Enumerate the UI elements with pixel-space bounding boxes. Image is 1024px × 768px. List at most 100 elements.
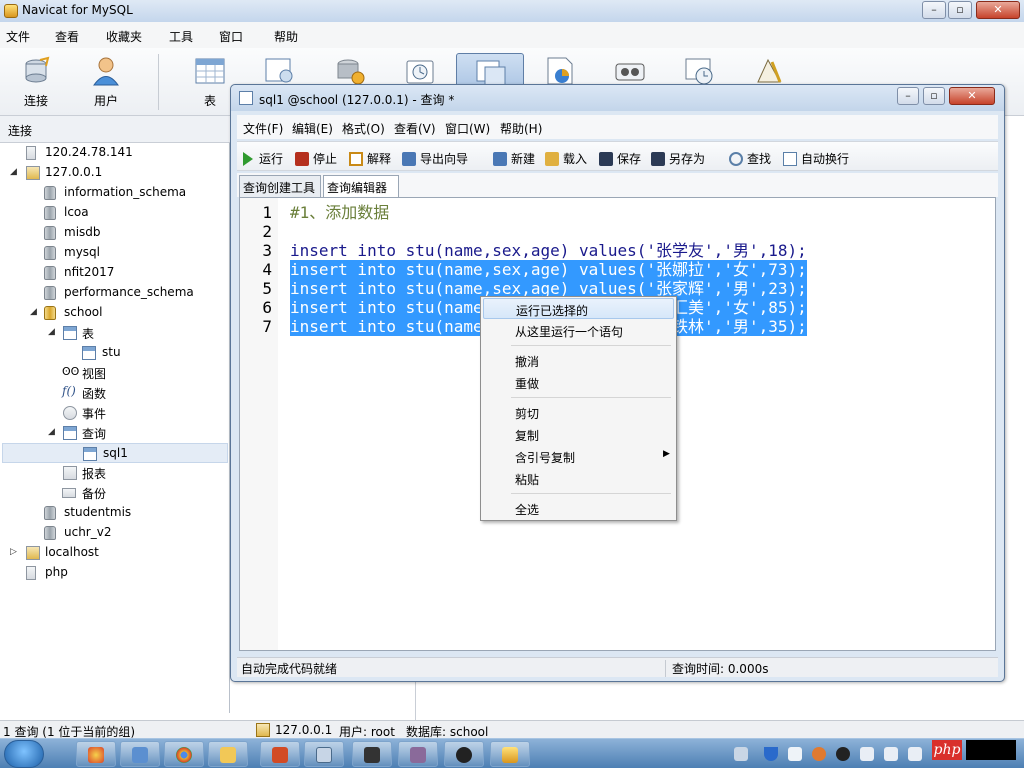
code-line-selected[interactable]: insert into stu(name,sex,age) values('张娜… <box>290 260 807 279</box>
tree-node-queries[interactable]: ◢ 查询 <box>0 423 228 443</box>
menu-file[interactable]: 文件 <box>6 28 30 45</box>
maximize-button[interactable]: ▫ <box>948 1 972 19</box>
menu-select-all[interactable]: 全选 <box>483 498 674 519</box>
tree-node-localhost[interactable]: ▷ localhost <box>0 543 228 563</box>
taskbar-media-player[interactable] <box>444 741 484 767</box>
menu-copy-with-quotes[interactable]: 含引号复制 ▶ <box>483 446 674 467</box>
tray-app-icon[interactable] <box>812 747 826 761</box>
taskbar-browser[interactable] <box>76 741 116 767</box>
load-button[interactable]: 载入 <box>545 150 587 167</box>
export-wizard-button[interactable]: 导出向导 <box>402 150 468 167</box>
query-menu-file[interactable]: 文件(F) <box>243 120 283 137</box>
expand-arrow-icon[interactable]: ◢ <box>48 427 55 437</box>
query-menubar: 文件(F) 编辑(E) 格式(O) 查看(V) 窗口(W) 帮助(H) <box>237 115 998 139</box>
tree-node-performance-schema[interactable]: performance_schema <box>0 283 228 303</box>
query-maximize-button[interactable]: ▫ <box>923 87 945 105</box>
expand-arrow-icon[interactable]: ◢ <box>30 307 37 317</box>
menu-view[interactable]: 查看 <box>55 28 79 45</box>
keyboard-icon[interactable] <box>734 747 748 761</box>
word-wrap-button[interactable]: 自动换行 <box>783 150 849 167</box>
backup-icon <box>615 63 645 81</box>
save-button[interactable]: 保存 <box>599 150 641 167</box>
tab-query-editor[interactable]: 查询编辑器 <box>323 175 399 197</box>
connection-icon <box>25 56 50 83</box>
stop-button[interactable]: 停止 <box>295 150 337 167</box>
run-button[interactable]: 运行 <box>243 150 283 167</box>
taskbar-navicat[interactable] <box>490 741 530 767</box>
query-close-button[interactable]: ✕ <box>949 87 995 105</box>
menu-copy[interactable]: 复制 <box>483 424 674 445</box>
tree-node-functions[interactable]: f() 函数 <box>0 383 228 403</box>
query-menu-window[interactable]: 窗口(W) <box>445 120 490 137</box>
menu-redo[interactable]: 重做 <box>483 372 674 393</box>
menu-run-selected[interactable]: 运行已选择的 <box>483 298 674 319</box>
tray-flag-icon[interactable] <box>860 747 874 761</box>
start-button[interactable] <box>4 740 44 768</box>
query-menu-view[interactable]: 查看(V) <box>394 120 436 137</box>
object-pane-divider <box>415 682 416 720</box>
connection-button[interactable]: 连接 <box>6 52 66 112</box>
tree-node-information-schema[interactable]: information_schema <box>0 183 228 203</box>
menu-favorites[interactable]: 收藏夹 <box>106 28 142 45</box>
expand-arrow-icon[interactable]: ◢ <box>10 167 17 177</box>
menu-undo[interactable]: 撤消 <box>483 350 674 371</box>
tree-node-views[interactable]: ʘʘ 视图 <box>0 363 228 383</box>
close-button[interactable]: ✕ <box>976 1 1020 19</box>
tree-node-120-24-78-141[interactable]: 120.24.78.141 <box>20 143 228 163</box>
query-menu-edit[interactable]: 编辑(E) <box>292 120 333 137</box>
taskbar-app[interactable] <box>120 741 160 767</box>
menu-tools[interactable]: 工具 <box>169 28 193 45</box>
tree-node-uchr-v2[interactable]: uchr_v2 <box>0 523 228 543</box>
taskbar-users[interactable] <box>398 741 438 767</box>
taskbar-window[interactable] <box>304 741 344 767</box>
tree-node-sql1[interactable]: sql1 <box>2 443 228 463</box>
query-menu-help[interactable]: 帮助(H) <box>500 120 542 137</box>
tree-node-misdb[interactable]: misdb <box>0 223 228 243</box>
code-line[interactable]: insert into stu(name,sex,age) values('张学… <box>290 241 807 260</box>
expand-arrow-icon[interactable]: ◢ <box>48 327 55 337</box>
tab-query-builder[interactable]: 查询创建工具 <box>239 175 321 197</box>
tree-node-school[interactable]: ◢ school <box>0 303 228 323</box>
tree-node-events[interactable]: 事件 <box>0 403 228 423</box>
menu-help[interactable]: 帮助 <box>274 28 298 45</box>
minimize-button[interactable]: – <box>922 1 946 19</box>
tree-node-reports[interactable]: 报表 <box>0 463 228 483</box>
tree-node-php[interactable]: php <box>0 563 228 583</box>
function-icon <box>337 59 365 85</box>
app-icon <box>132 747 148 763</box>
taskbar-explorer[interactable] <box>208 741 248 767</box>
tree-node-tables[interactable]: ◢ 表 <box>0 323 228 343</box>
save-as-button[interactable]: 另存为 <box>651 150 705 167</box>
shield-icon[interactable] <box>764 747 778 761</box>
query-menu-format[interactable]: 格式(O) <box>342 120 385 137</box>
tree-node-127-0-0-1[interactable]: ◢ 127.0.0.1 <box>0 163 228 183</box>
explain-button[interactable]: 解释 <box>349 150 391 167</box>
query-window-titlebar[interactable]: sql1 @school (127.0.0.1) - 查询 * – ▫ ✕ <box>231 85 1004 111</box>
taskbar-screenshot[interactable] <box>352 741 392 767</box>
submenu-arrow-icon: ▶ <box>663 449 670 459</box>
taskbar-chrome[interactable] <box>164 741 204 767</box>
code-line-comment[interactable]: #1、添加数据 <box>290 203 389 222</box>
taskbar-powerpoint[interactable] <box>260 741 300 767</box>
tree-node-stu[interactable]: stu <box>0 343 228 363</box>
menu-cut[interactable]: 剪切 <box>483 402 674 423</box>
menu-run-from-here[interactable]: 从这里运行一个语句 <box>483 320 674 341</box>
send-icon[interactable] <box>788 747 802 761</box>
user-button[interactable]: 用户 <box>76 52 136 112</box>
tree-node-lcoa[interactable]: lcoa <box>0 203 228 223</box>
query-minimize-button[interactable]: – <box>897 87 919 105</box>
menu-window[interactable]: 窗口 <box>219 28 243 45</box>
collapse-arrow-icon[interactable]: ▷ <box>10 547 17 557</box>
device-icon[interactable] <box>884 747 898 761</box>
volume-icon[interactable] <box>908 747 922 761</box>
user-icon <box>93 57 119 86</box>
query-toolbar: 运行 停止 解释 导出向导 新建 载入 保存 另存为 查找 自动换行 <box>237 141 998 171</box>
tree-node-studentmis[interactable]: studentmis <box>0 503 228 523</box>
media-icon[interactable] <box>836 747 850 761</box>
tree-node-backups[interactable]: 备份 <box>0 483 228 503</box>
new-button[interactable]: 新建 <box>493 150 535 167</box>
find-button[interactable]: 查找 <box>729 150 771 167</box>
menu-paste[interactable]: 粘贴 <box>483 468 674 489</box>
tree-node-nfit2017[interactable]: nfit2017 <box>0 263 228 283</box>
tree-node-mysql[interactable]: mysql <box>0 243 228 263</box>
